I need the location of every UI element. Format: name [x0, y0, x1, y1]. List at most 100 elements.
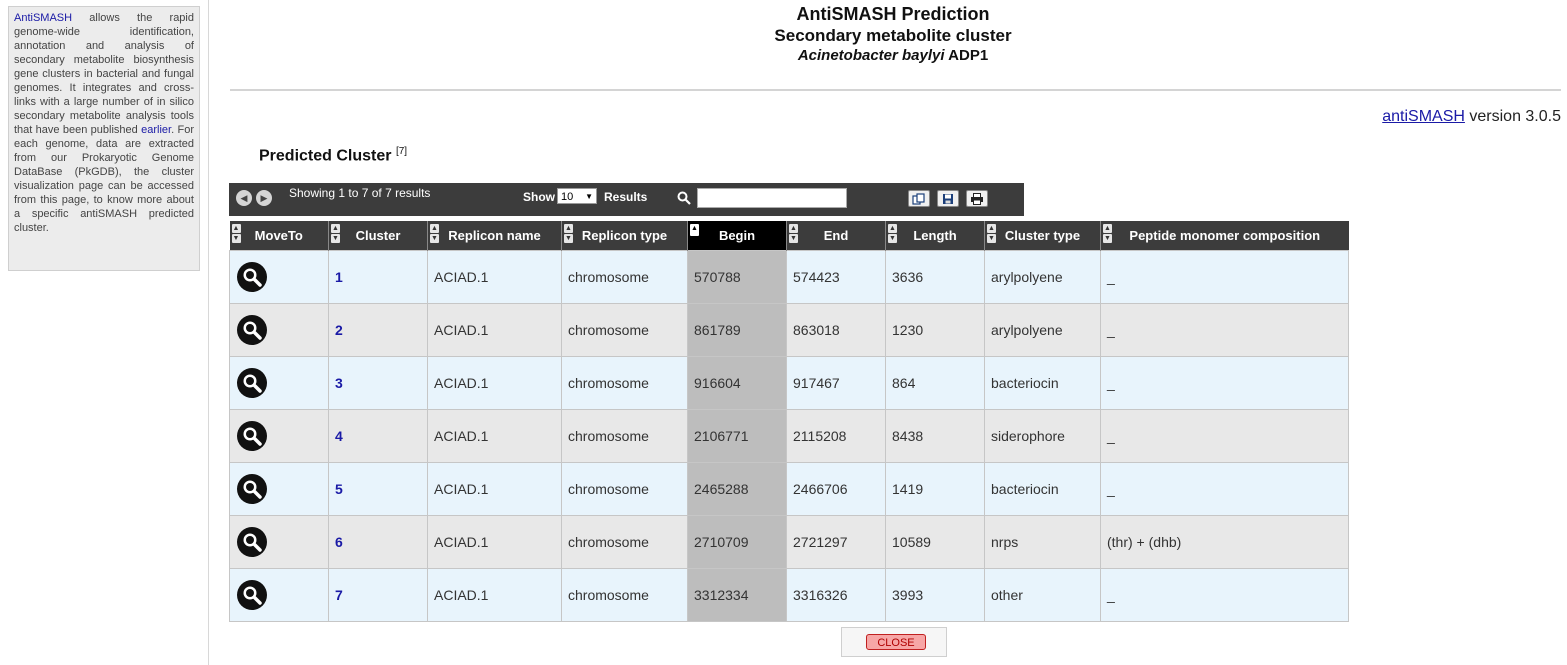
end-cell: 2721297 — [786, 515, 886, 569]
copy-button[interactable] — [908, 190, 930, 207]
peptide-cell: _ — [1100, 356, 1349, 410]
magnifier-icon[interactable] — [236, 473, 268, 505]
sort-up-icon: ▲ — [430, 224, 439, 233]
length-cell: 10589 — [885, 515, 985, 569]
page-size-value: 10 — [561, 191, 574, 203]
sort-icon[interactable]: ▲▼ — [564, 224, 573, 243]
magnifier-icon[interactable] — [236, 367, 268, 399]
column-header-begin[interactable]: ▲▼ Begin — [687, 221, 787, 251]
peptide-cell: _ — [1100, 409, 1349, 463]
replicon-type-cell: chromosome — [561, 462, 688, 516]
cluster-cell: 7 — [328, 568, 428, 622]
save-button[interactable] — [937, 190, 959, 207]
length-cell: 8438 — [885, 409, 985, 463]
column-header-label: Cluster type — [1004, 228, 1081, 243]
sort-icon[interactable]: ▲▼ — [888, 224, 897, 243]
column-header-cluster-type[interactable]: ▲ ▼ Cluster type — [984, 221, 1101, 251]
antismash-link[interactable]: AntiSMASH — [14, 12, 72, 24]
begin-cell: 3312334 — [687, 568, 787, 622]
section-title-text: Predicted Cluster — [259, 147, 392, 165]
begin-cell: 2465288 — [687, 462, 787, 516]
moveto-cell — [229, 409, 329, 463]
column-header-peptide-monomer-composition[interactable]: ▲ ▼ Peptide monomer composition — [1100, 221, 1349, 251]
sort-down-icon: ▼ — [331, 234, 340, 243]
sort-up-icon: ▲ — [987, 224, 996, 233]
cluster-link[interactable]: 3 — [335, 375, 343, 391]
cluster-cell: 2 — [328, 303, 428, 357]
cluster-link[interactable]: 1 — [335, 269, 343, 285]
section-title: Predicted Cluster [7] — [259, 146, 407, 165]
arrow-left-icon[interactable]: ◀ — [236, 190, 252, 206]
column-header-moveto[interactable]: ▲ ▼ MoveTo — [229, 221, 329, 251]
version-info: antiSMASH version 3.0.5 — [1382, 108, 1561, 126]
end-cell: 3316326 — [786, 568, 886, 622]
peptide-cell: (thr) + (dhb) — [1100, 515, 1349, 569]
sort-icon[interactable]: ▲▼ — [987, 224, 996, 243]
length-cell: 3636 — [885, 250, 985, 304]
replicon-name-cell: ACIAD.1 — [427, 568, 562, 622]
column-header-length[interactable]: ▲ ▼ Length — [885, 221, 985, 251]
replicon-type-cell: chromosome — [561, 409, 688, 463]
cluster-link[interactable]: 7 — [335, 587, 343, 603]
sort-icon[interactable]: ▲▼ — [1103, 224, 1112, 243]
peptide-cell: _ — [1100, 462, 1349, 516]
sort-icon[interactable]: ▲▼ — [231, 224, 241, 243]
header-divider — [230, 89, 1561, 91]
magnifier-icon[interactable] — [236, 579, 268, 611]
magnifier-icon[interactable] — [236, 420, 268, 452]
cluster-link[interactable]: 5 — [335, 481, 343, 497]
page-size-select[interactable]: 10 ▼ — [557, 188, 597, 204]
sidebar-description: AntiSMASH allows the rapid genome-wide i… — [8, 6, 200, 271]
table-row: 2 ACIAD.1 chromosome 861789 863018 1230 arylpo… — [229, 303, 1349, 357]
sort-icon[interactable]: ▲▼ — [331, 224, 340, 243]
cluster-link[interactable]: 4 — [335, 428, 343, 444]
cluster-link[interactable]: 2 — [335, 322, 343, 338]
sort-icon[interactable]: ▲▼ — [789, 224, 798, 243]
results-label: Results — [604, 190, 648, 204]
cluster-cell: 1 — [328, 250, 428, 304]
close-button[interactable]: CLOSE — [866, 634, 926, 650]
magnifier-icon[interactable] — [236, 526, 268, 558]
replicon-name-cell: ACIAD.1 — [427, 409, 562, 463]
end-cell: 2115208 — [786, 409, 886, 463]
cluster-link[interactable]: 6 — [335, 534, 343, 550]
cluster-type-cell: bacteriocin — [984, 356, 1101, 410]
page-subtitle: Secondary metabolite cluster — [774, 26, 1012, 45]
moveto-cell — [229, 568, 329, 622]
column-header-label: End — [823, 228, 849, 243]
magnifier-icon[interactable] — [236, 314, 268, 346]
column-header-end[interactable]: ▲ ▼ End — [786, 221, 886, 251]
peptide-cell: _ — [1100, 568, 1349, 622]
sort-icon[interactable]: ▲▼ — [430, 224, 439, 243]
column-header-label: Begin — [718, 228, 756, 243]
sort-down-icon: ▼ — [888, 234, 897, 243]
earlier-link[interactable]: earlier — [141, 124, 171, 136]
column-header-replicon-name[interactable]: ▲ ▼ Replicon name — [427, 221, 562, 251]
column-header-cluster[interactable]: ▲ ▼ Cluster — [328, 221, 428, 251]
antismash-version-link[interactable]: antiSMASH — [1382, 108, 1465, 125]
cluster-cell: 6 — [328, 515, 428, 569]
print-button[interactable] — [966, 190, 988, 207]
column-header-label: Replicon type — [581, 228, 668, 243]
sort-icon[interactable]: ▲▼ — [690, 224, 699, 243]
moveto-cell — [229, 462, 329, 516]
organism-species: Acinetobacter baylyi — [797, 47, 945, 64]
sort-up-icon: ▲ — [690, 224, 699, 236]
search-input[interactable] — [697, 188, 847, 208]
cluster-cell: 3 — [328, 356, 428, 410]
moveto-cell — [229, 356, 329, 410]
column-header-replicon-type[interactable]: ▲ ▼ Replicon type — [561, 221, 688, 251]
table-row: 3 ACIAD.1 chromosome 916604 917467 864 bacteri… — [229, 356, 1349, 410]
peptide-cell: _ — [1100, 250, 1349, 304]
sidebar-divider — [208, 0, 209, 665]
copy-icon — [912, 192, 925, 205]
cluster-type-cell: other — [984, 568, 1101, 622]
arrow-right-icon[interactable]: ▶ — [256, 190, 272, 206]
magnifier-icon[interactable] — [236, 261, 268, 293]
begin-cell: 861789 — [687, 303, 787, 357]
replicon-type-cell: chromosome — [561, 250, 688, 304]
sort-up-icon: ▲ — [888, 224, 897, 233]
length-cell: 864 — [885, 356, 985, 410]
length-cell: 1419 — [885, 462, 985, 516]
replicon-name-cell: ACIAD.1 — [427, 303, 562, 357]
